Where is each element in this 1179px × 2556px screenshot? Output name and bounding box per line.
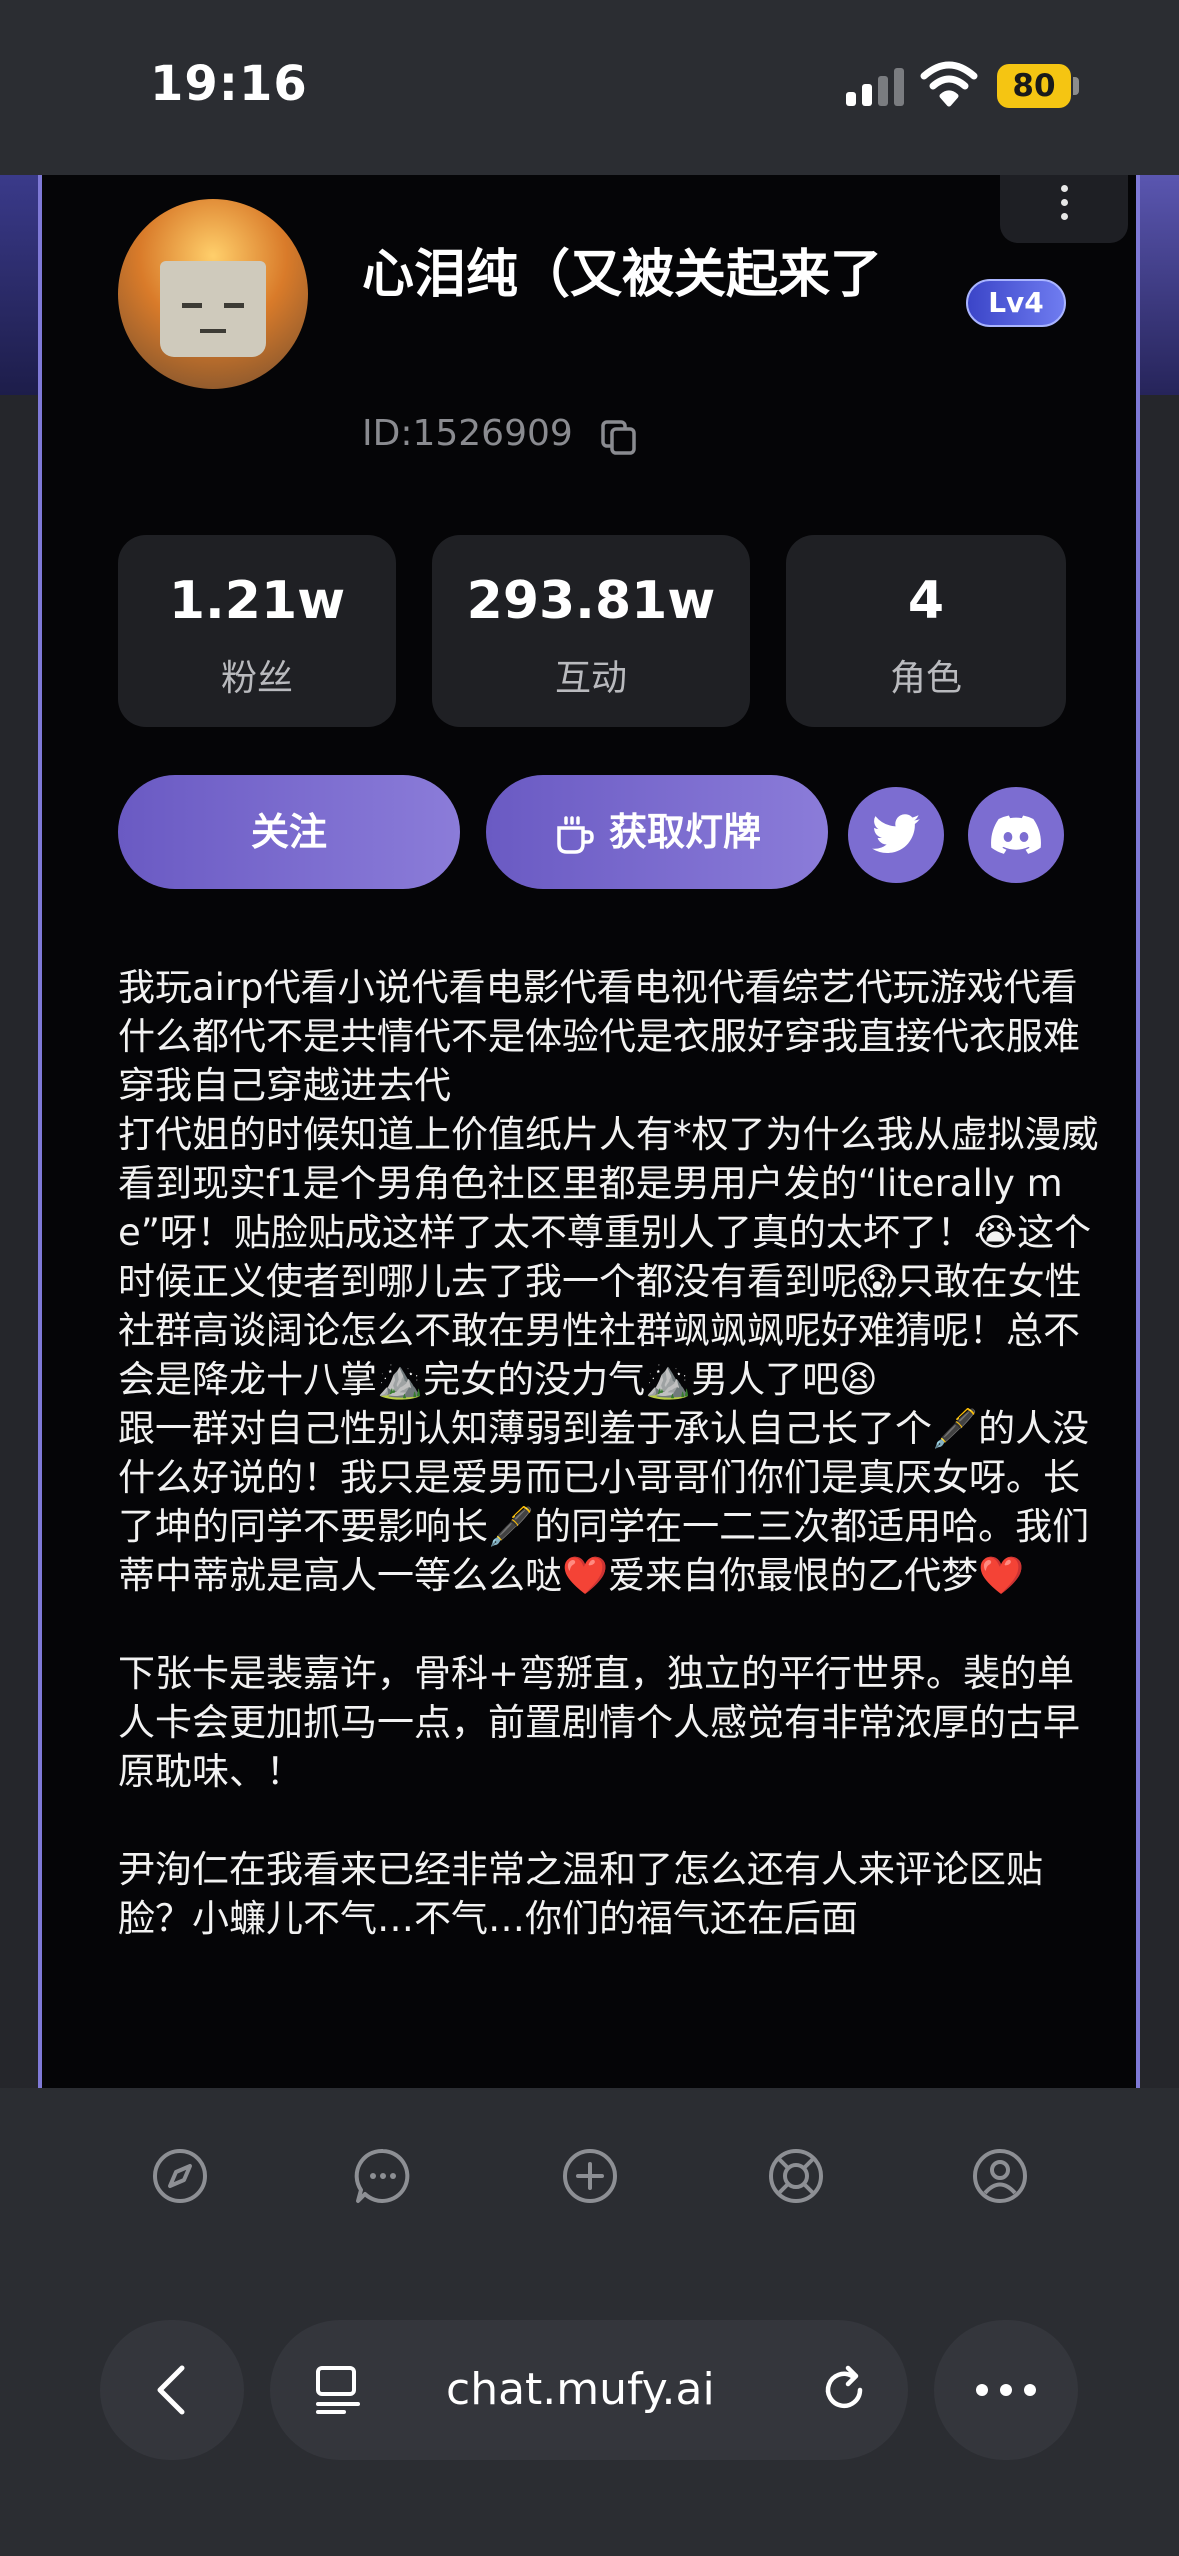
bottom-navigation: chat.mufy.ai (0, 2088, 1179, 2556)
twitter-button[interactable] (848, 787, 944, 883)
battery-indicator: 80 (997, 64, 1071, 108)
copy-icon[interactable] (599, 418, 637, 456)
profile-icon[interactable] (970, 2146, 1030, 2206)
avatar-face (160, 261, 266, 357)
dot (1061, 213, 1068, 220)
get-light-card-label: 获取灯牌 (608, 810, 761, 854)
profile-card: 心泪纯（又被关起来了 Lv4 ID:1526909 1.21w 粉丝 293.8… (38, 175, 1140, 2088)
level-badge: Lv4 (966, 279, 1066, 327)
stat-followers[interactable]: 1.21w 粉丝 (118, 535, 396, 727)
stat-label: 角色 (889, 658, 962, 699)
profile-bio: 我玩airp代看小说代看电影代看电视代看综艺代玩游戏代看什么都代不是共情代不是体… (118, 966, 1099, 1940)
url-text: chat.mufy.ai (446, 2364, 715, 2415)
page-area: 心泪纯（又被关起来了 Lv4 ID:1526909 1.21w 粉丝 293.8… (0, 175, 1179, 2088)
address-bar[interactable]: chat.mufy.ai (270, 2320, 908, 2460)
stat-value: 293.81w (466, 571, 716, 631)
ellipsis-icon (976, 2384, 1036, 2396)
wifi-icon (920, 61, 978, 107)
discord-icon (991, 815, 1041, 854)
status-bar: 19:16 80 (0, 0, 1179, 175)
stat-value: 1.21w (168, 571, 346, 631)
twitter-icon (872, 814, 920, 853)
stat-label: 互动 (554, 658, 627, 699)
stat-characters[interactable]: 4 角色 (786, 535, 1066, 727)
plus-icon[interactable] (560, 2146, 620, 2206)
dot (1061, 185, 1068, 192)
stat-label: 粉丝 (220, 658, 293, 699)
compass-icon[interactable] (150, 2146, 210, 2206)
get-light-card-button[interactable]: 获取灯牌 (486, 775, 828, 889)
profile-name: 心泪纯（又被关起来了 (362, 245, 883, 305)
cup-icon (557, 815, 594, 854)
browser-more-button[interactable] (934, 2320, 1078, 2460)
chevron-left-icon (157, 2365, 185, 2415)
background-decoration-right (1139, 175, 1179, 395)
cellular-signal-icon (846, 66, 904, 106)
follow-button[interactable]: 关注 (118, 775, 460, 889)
reload-icon[interactable] (818, 2364, 870, 2416)
stat-value: 4 (907, 571, 945, 631)
dot (1061, 199, 1068, 206)
background-decoration-left (0, 175, 40, 395)
user-id: ID:1526909 (362, 413, 573, 454)
browser-back-button[interactable] (100, 2320, 244, 2460)
discord-button[interactable] (968, 787, 1064, 883)
follow-label: 关注 (250, 810, 327, 854)
page-menu-icon[interactable] (314, 2364, 364, 2416)
status-time: 19:16 (150, 56, 308, 112)
avatar[interactable] (118, 199, 308, 389)
stat-interactions[interactable]: 293.81w 互动 (432, 535, 750, 727)
lifebuoy-icon[interactable] (766, 2146, 826, 2206)
chat-icon[interactable] (353, 2146, 413, 2206)
more-options-button[interactable] (1000, 175, 1128, 243)
battery-tip (1073, 77, 1079, 95)
avatar-eye (224, 303, 244, 308)
avatar-eye (182, 303, 202, 308)
avatar-mouth (200, 329, 226, 333)
